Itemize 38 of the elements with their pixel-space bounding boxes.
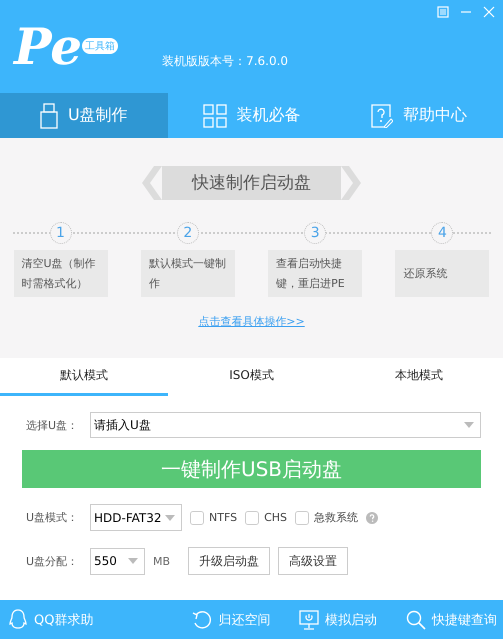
help-icon [371,104,394,128]
option-checkbox[interactable]: NTFS [190,510,238,524]
chevron-left-icon [142,166,162,200]
step-number: 2 [176,222,199,244]
step-card: 还原系统 [395,250,490,297]
dropdown-caret-icon [165,514,175,520]
action-button[interactable]: 高级设置 [278,547,348,575]
menu-icon[interactable] [437,6,449,18]
option-checkbox[interactable]: 急救系统 [295,510,358,525]
action-button[interactable]: 升级启动盘 [188,547,270,575]
step-card: 默认模式一键制作 [140,250,235,297]
step-card: 查看启动快捷键，重启进PE [268,250,362,297]
select-label: 选择U盘： [26,418,80,432]
usb-select[interactable]: 请插入U盘 [90,412,481,438]
penguin-icon [8,608,28,630]
size-label: U盘分配： [26,554,80,568]
size-select[interactable]: 550 [90,548,145,574]
step-number: 3 [304,222,326,244]
mode-label: U盘模式： [26,510,80,525]
chevron-right-icon [341,166,361,200]
monitor-icon [299,610,320,630]
dropdown-caret-icon [128,558,138,564]
version-text: 装机版版本号：7.6.0.0 [162,53,288,70]
restore-icon [192,610,212,630]
step-number: 1 [50,222,72,244]
grid-icon [202,104,226,128]
search-icon [406,610,426,630]
step-card: 清空U盘（制作时需格式化） [14,250,108,297]
usb-drive-icon [40,102,58,128]
logo-text: Pe [14,18,82,76]
mode-select[interactable]: HDD-FAT32 [90,504,182,531]
step-number: 4 [431,222,454,244]
logo-badge: 工具箱 [82,38,118,54]
option-checkbox[interactable]: CHS [245,510,288,524]
dropdown-caret-icon [464,422,474,428]
close-icon[interactable] [483,6,495,18]
size-unit: MB [153,554,170,568]
help-icon[interactable] [366,512,378,524]
